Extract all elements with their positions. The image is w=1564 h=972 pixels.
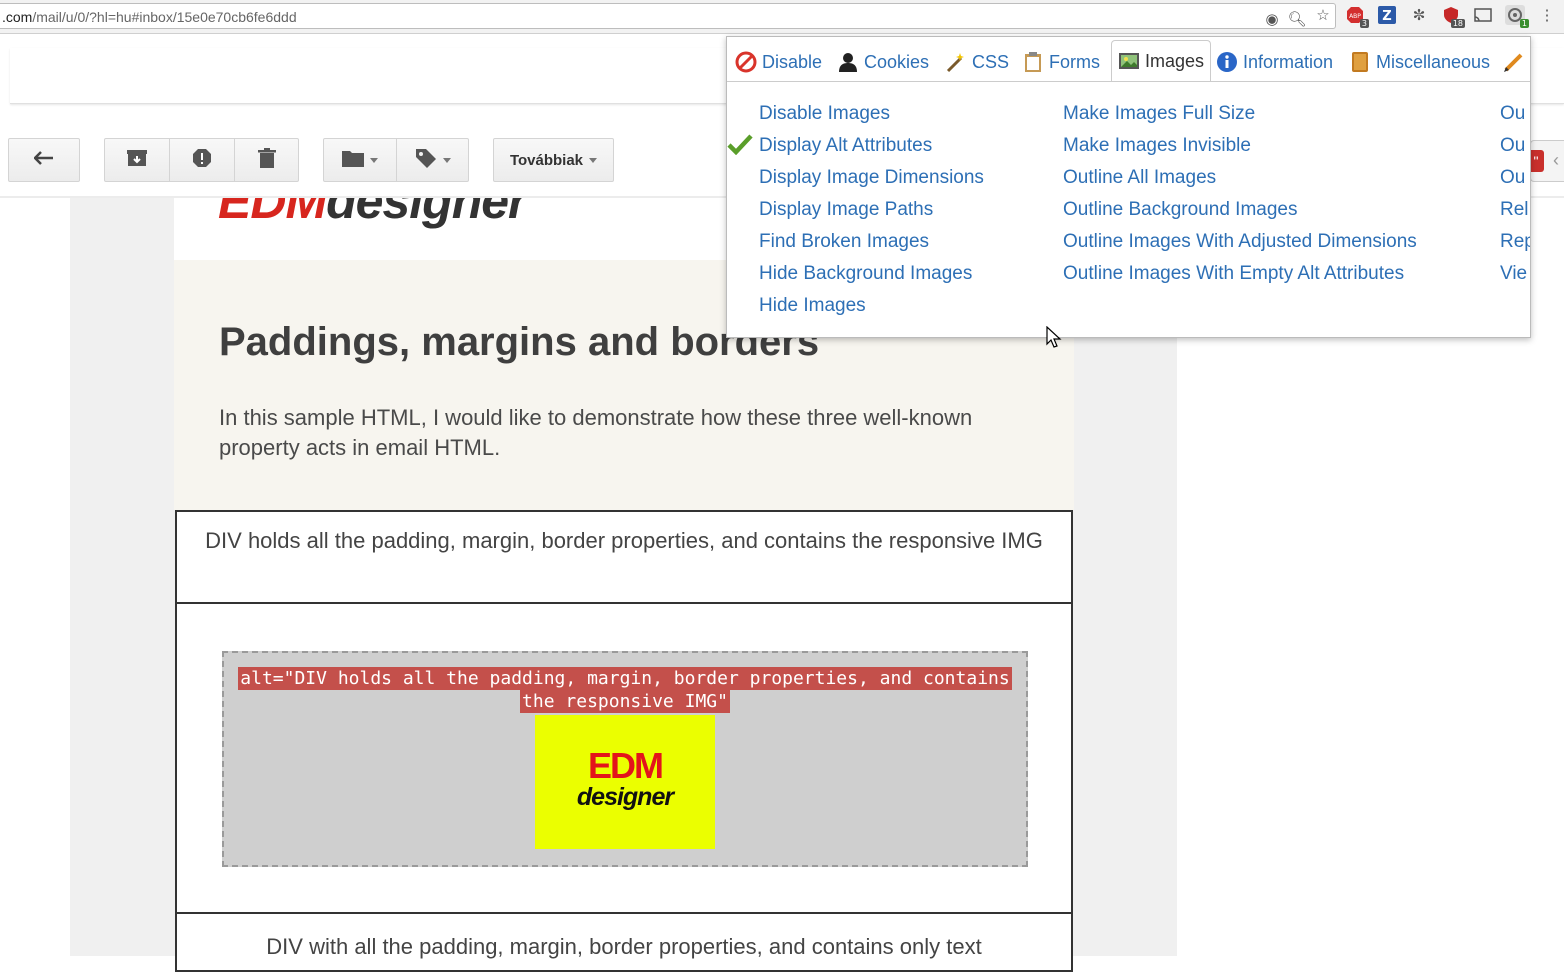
tab-disable[interactable]: Disable (735, 44, 822, 80)
logo-edm-text: EDM (588, 745, 664, 786)
menu-item-column3[interactable]: Ou (1500, 167, 1525, 189)
tab-css[interactable]: CSS (945, 44, 1009, 80)
web-developer-badge: 1 (1519, 19, 1529, 28)
trash-icon (257, 147, 276, 173)
edm-designer-logo: EDM designer (535, 715, 715, 849)
url-field[interactable]: .com/mail/u/0/?hl=hu#inbox/15e0e70cb6fe6… (0, 3, 1336, 29)
menu-item-find-broken-images[interactable]: Find Broken Images (759, 231, 929, 253)
images-icon (1118, 50, 1140, 72)
eye-icon[interactable]: ◉ (1262, 9, 1282, 29)
back-button[interactable] (8, 138, 80, 182)
menu-item-column3[interactable]: Vie (1500, 263, 1527, 285)
tab-information[interactable]: Information (1216, 44, 1333, 80)
tab-tools[interactable] (1503, 44, 1530, 80)
ghostery-icon[interactable]: ✼ (1409, 5, 1429, 25)
folder-icon (342, 149, 364, 172)
menu-item-make-images-full-size[interactable]: Make Images Full Size (1063, 103, 1255, 125)
tab-miscellaneous[interactable]: Miscellaneous (1349, 44, 1490, 80)
menu-icon[interactable]: ⋮ (1537, 5, 1557, 25)
more-label: Továbbiak (509, 151, 584, 169)
url-text: .com/mail/u/0/?hl=hu#inbox/15e0e70cb6fe6… (2, 9, 297, 25)
menu-item-hide-background-images[interactable]: Hide Background Images (759, 263, 972, 285)
web-developer-icon[interactable]: 1 (1505, 5, 1529, 28)
menu-item-outline-adjusted-dimensions[interactable]: Outline Images With Adjusted Dimensions (1063, 231, 1417, 253)
table-cell: alt="DIV holds all the padding, margin, … (175, 602, 1073, 914)
menu-item-display-alt-attributes[interactable]: Display Alt Attributes (759, 135, 932, 157)
more-button[interactable]: Továbbiak (493, 138, 614, 182)
image-container: alt="DIV holds all the padding, margin, … (222, 651, 1028, 867)
back-arrow-icon (33, 150, 54, 170)
css-icon (945, 51, 967, 73)
menu-item-column3[interactable]: Ou (1500, 135, 1525, 157)
web-developer-popup: Disable Cookies CSS Forms Images Informa… (726, 36, 1531, 338)
cell-text: DIV with all the padding, margin, border… (266, 934, 982, 959)
miscellaneous-icon (1349, 51, 1371, 73)
adblock-badge: 3 (1359, 19, 1369, 28)
delete-button[interactable] (234, 138, 299, 182)
shield-icon[interactable]: 18 (1441, 5, 1465, 28)
menu-item-display-image-dimensions[interactable]: Display Image Dimensions (759, 167, 984, 189)
menu-item-disable-images[interactable]: Disable Images (759, 103, 890, 125)
chevron-down-icon (442, 157, 451, 163)
table-cell: DIV holds all the padding, margin, borde… (175, 510, 1073, 604)
label-icon (415, 148, 437, 173)
menu-item-display-image-paths[interactable]: Display Image Paths (759, 199, 933, 221)
chevron-down-icon (370, 157, 378, 163)
menu-item-make-images-invisible[interactable]: Make Images Invisible (1063, 135, 1251, 157)
report-spam-button[interactable] (169, 138, 235, 182)
move-to-button[interactable] (323, 138, 397, 182)
zoom-icon[interactable]: 🔍︎ (1287, 9, 1307, 29)
cell-text: DIV holds all the padding, margin, borde… (205, 528, 1043, 553)
menu-item-column3[interactable]: Rep (1500, 231, 1530, 253)
logo-designer-text: designer (576, 783, 674, 811)
alt-attribute-label: alt="DIV holds all the padding, margin, … (238, 667, 1012, 713)
menu-item-column3[interactable]: Rel (1500, 199, 1529, 221)
pencil-icon (1503, 51, 1525, 73)
menu-item-outline-empty-alt[interactable]: Outline Images With Empty Alt Attributes (1063, 263, 1404, 285)
disable-icon (735, 51, 757, 73)
zotero-icon[interactable]: Z (1377, 5, 1397, 25)
svg-text:Z: Z (1382, 9, 1391, 24)
tab-images[interactable]: Images (1111, 40, 1212, 82)
mouse-cursor-icon (1046, 325, 1062, 355)
archive-icon (127, 149, 147, 172)
chevron-left-icon[interactable]: ‹ (1553, 150, 1559, 171)
web-developer-tabs: Disable Cookies CSS Forms Images Informa… (727, 37, 1530, 83)
tab-divider (727, 81, 1530, 82)
tab-forms[interactable]: Forms (1022, 44, 1100, 80)
menu-item-outline-all-images[interactable]: Outline All Images (1063, 167, 1216, 189)
menu-item-column3[interactable]: Ou (1500, 103, 1525, 125)
cookies-icon (837, 51, 859, 73)
spam-icon (192, 148, 212, 173)
star-icon[interactable]: ☆ (1313, 5, 1333, 25)
adblock-icon[interactable]: ABP 3 (1345, 5, 1369, 28)
menu-item-hide-images[interactable]: Hide Images (759, 295, 866, 317)
checkmark-icon (727, 133, 755, 157)
shield-badge: 18 (1450, 19, 1465, 28)
cast-icon[interactable] (1473, 5, 1493, 25)
forms-icon (1022, 51, 1044, 73)
information-icon (1216, 51, 1238, 73)
archive-button[interactable] (104, 138, 170, 182)
tab-cookies[interactable]: Cookies (837, 44, 929, 80)
browser-address-bar: .com/mail/u/0/?hl=hu#inbox/15e0e70cb6fe6… (0, 0, 1564, 34)
email-intro: In this sample HTML, I would like to dem… (219, 405, 973, 460)
edm-logo-partial: EDMdesigner (218, 198, 528, 229)
labels-button[interactable] (396, 138, 469, 182)
chevron-down-icon (589, 157, 598, 163)
table-cell: DIV with all the padding, margin, border… (175, 912, 1073, 972)
menu-item-outline-background-images[interactable]: Outline Background Images (1063, 199, 1297, 221)
